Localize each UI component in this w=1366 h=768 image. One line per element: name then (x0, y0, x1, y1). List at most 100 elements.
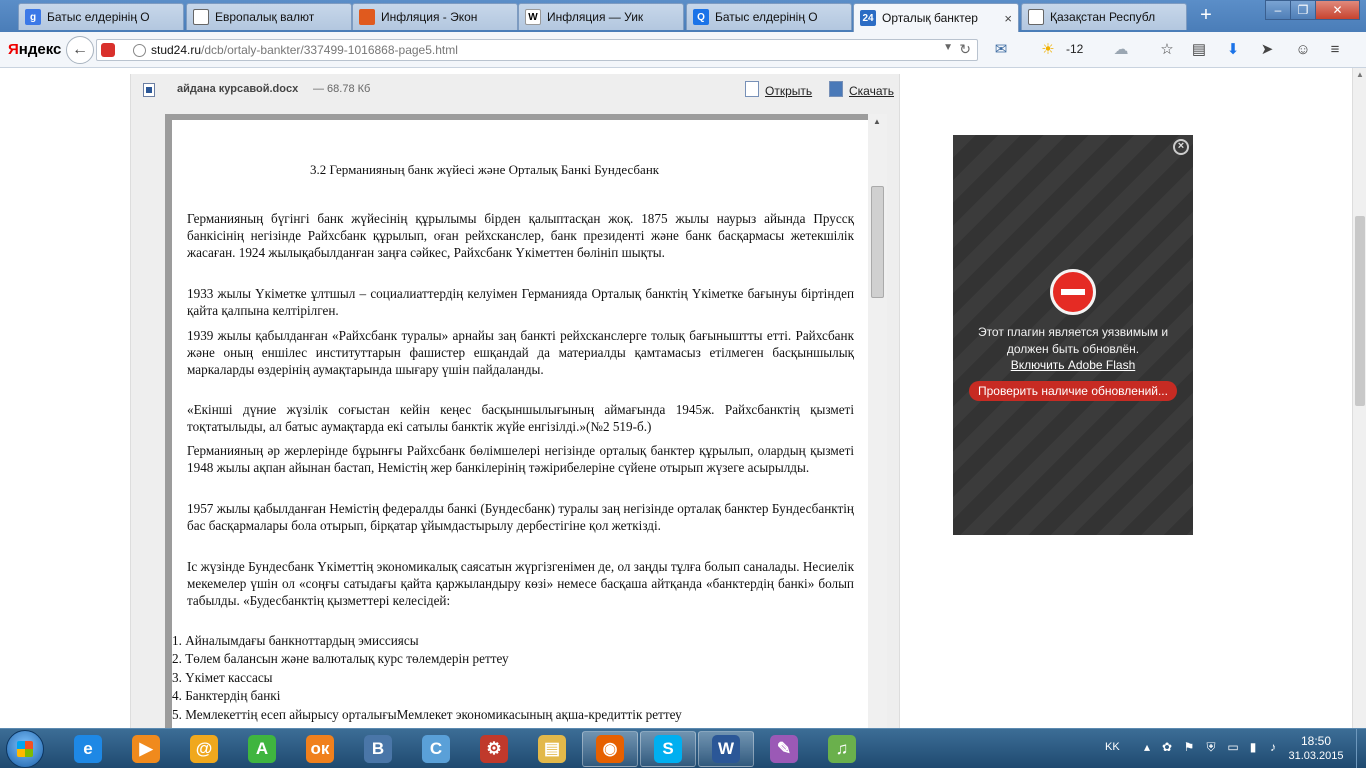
page-scroll-thumb[interactable] (1355, 216, 1365, 406)
skype-icon: S (654, 735, 682, 763)
search-icon: Q (693, 9, 709, 25)
tab-title: Батыс елдерінің О (47, 10, 150, 24)
list-item: 1. Айналымдағы банкноттардың эмиссиясы (172, 633, 419, 648)
reload-icon[interactable]: ↻ (959, 41, 971, 58)
flash-plugin-block: × Этот плагин является уязвимым и должен… (953, 135, 1193, 535)
bookmarks-icon[interactable]: ▤ (1190, 40, 1208, 60)
taskbar-icq[interactable]: C (408, 731, 464, 767)
viewer-scroll-thumb[interactable] (871, 186, 884, 298)
wikipedia-icon: W (525, 9, 541, 25)
viewer-scrollbar[interactable]: ▲ (868, 114, 887, 728)
chevron-up-icon[interactable]: ▴ (1140, 740, 1154, 754)
taskbar-vkontakte[interactable]: B (350, 731, 406, 767)
mail-agent-icon: @ (190, 735, 218, 763)
mail-icon[interactable]: ✉ (992, 40, 1010, 60)
close-icon[interactable]: × (1173, 139, 1189, 155)
star-icon[interactable]: ☆ (1158, 40, 1176, 60)
paragraph-2: 1933 жылы Үкіметке ұлтшыл – социалиаттер… (187, 286, 854, 318)
smiley-icon[interactable]: ☺ (1294, 40, 1312, 60)
taskbar-music-app[interactable]: ♫ (814, 731, 870, 767)
taskbar-gear-app[interactable]: ⚙ (466, 731, 522, 767)
scroll-up-icon[interactable]: ▲ (1356, 70, 1364, 79)
maximize-button[interactable]: ❐ (1290, 0, 1316, 20)
enable-flash-link[interactable]: Включить Adobe Flash (953, 358, 1193, 372)
paragraph-1: Германияның бүгінгі банк жүйесінің құрыл… (187, 211, 854, 260)
list-item: 2. Төлем балансын және валюталық курс тө… (172, 651, 509, 667)
close-window-button[interactable]: ✕ (1315, 0, 1360, 20)
tab-title: Батыс елдерінің О (715, 10, 818, 24)
back-button[interactable]: ← (66, 36, 94, 64)
navigation-bar: Яндекс ← stud24.ru/dcb/ortaly-bankter/33… (0, 32, 1366, 68)
cloud-icon: ☁ (1113, 41, 1129, 58)
taskbar-mail-agent[interactable]: @ (176, 731, 232, 767)
scroll-up-icon[interactable]: ▲ (873, 117, 881, 126)
monitor-icon[interactable]: ▭ (1226, 740, 1240, 754)
browser-tab[interactable]: Q Батыс елдерінің О (686, 3, 852, 30)
volume-icon[interactable]: ♪ (1266, 740, 1280, 754)
download-icon[interactable]: ⬇ (1224, 40, 1242, 60)
site-icon (101, 43, 115, 57)
weather-icon[interactable]: ☀ (1036, 40, 1060, 60)
clock-time[interactable]: 18:50 (1286, 734, 1346, 748)
taskbar-firefox[interactable]: ◉ (582, 731, 638, 767)
list-item: 3. Үкімет кассасы (172, 669, 273, 685)
taskbar-media-player[interactable]: ▶ (118, 731, 174, 767)
gear-app-icon: ⚙ (480, 735, 508, 763)
tab-title: Инфляция - Экон (381, 10, 478, 24)
taskbar: e ▶ @ Aок B C ⚙ ▤ ◉ S W ✎ ♫ KK ▴ ✿ ⚑ ⛨ ▭ ▮ ♪ 18:50 3… (0, 728, 1366, 768)
file-explorer-icon: ▤ (538, 735, 566, 763)
minimize-button[interactable]: – (1265, 0, 1291, 20)
menu-icon[interactable]: ≡ (1326, 40, 1344, 60)
paragraph-4: «Екінші дүние жүзілік соғыстан кейін кең… (187, 402, 854, 434)
save-icon[interactable] (829, 81, 843, 97)
clock-date[interactable]: 31.03.2015 (1280, 750, 1352, 762)
taskbar-file-explorer[interactable]: ▤ (524, 731, 580, 767)
open-file-icon[interactable] (745, 81, 759, 97)
download-link[interactable]: Скачать (849, 84, 894, 98)
browser-tab[interactable]: 24 Орталық банктер × (853, 3, 1019, 32)
document-icon (193, 9, 209, 25)
taskbar-paint[interactable]: ✎ (756, 731, 812, 767)
taskbar-word[interactable]: W (698, 731, 754, 767)
browser-tab[interactable]: Европалық валют (186, 3, 352, 30)
browser-tab[interactable]: Инфляция - Экон (352, 3, 518, 30)
flag-icon[interactable]: ⚑ (1182, 740, 1196, 754)
music-app-icon: ♫ (828, 735, 856, 763)
browser-tab[interactable]: W Инфляция — Уик (518, 3, 684, 30)
functions-list: 1. Айналымдағы банкноттардың эмиссиясы 2… (172, 632, 854, 724)
taskbar-odnoklassniki[interactable]: ок (292, 731, 348, 767)
list-item: 5. Мемлекеттің есеп айырысу орталығыМемл… (172, 706, 682, 722)
address-bar[interactable]: stud24.ru/dcb/ortaly-bankter/337499-1016… (96, 39, 978, 61)
show-desktop-button[interactable] (1356, 729, 1366, 768)
internet-explorer-icon: e (74, 735, 102, 763)
google-icon: g (25, 9, 41, 25)
taskbar-skype[interactable]: S (640, 731, 696, 767)
check-updates-button[interactable]: Проверить наличие обновлений... (969, 381, 1177, 401)
signal-icon[interactable]: ▮ (1246, 740, 1260, 754)
share-icon[interactable]: ➤ (1258, 40, 1276, 60)
paint-icon: ✎ (770, 735, 798, 763)
address-url[interactable]: stud24.ru/dcb/ortaly-bankter/337499-1016… (151, 43, 458, 57)
network-app-icon[interactable]: ✿ (1160, 740, 1174, 754)
document-panel: айдана курсавой.docx — 68.78 Кб Открыть … (130, 74, 900, 728)
browser-tab[interactable]: Қазақстан Республ (1021, 3, 1187, 30)
tab-title: Орталық банктер (882, 11, 978, 25)
browser-tab[interactable]: g Батыс елдерінің О (18, 3, 184, 30)
chevron-down-icon[interactable]: ▼ (943, 42, 953, 53)
document-sheet: 3.2 Германияның банк жүйесі және Орталық… (172, 120, 868, 728)
new-tab-button[interactable]: + (1196, 4, 1216, 26)
temperature: -12 (1066, 42, 1084, 56)
open-link[interactable]: Открыть (765, 84, 812, 98)
taskbar-internet-explorer[interactable]: e (60, 731, 116, 767)
plugin-warning: Этот плагин является уязвимым и должен б… (953, 324, 1193, 358)
close-tab-icon[interactable]: × (1004, 11, 1012, 26)
plugin-warning-line: должен быть обновлён. (1006, 342, 1140, 356)
paragraph-3: 1939 жылы қабылданған «Райхсбанк туралы»… (187, 328, 854, 377)
language-indicator[interactable]: KK (1105, 741, 1120, 753)
page-scrollbar[interactable]: ▲ (1352, 68, 1366, 728)
start-button[interactable] (6, 730, 44, 768)
taskbar-a-app[interactable]: A (234, 731, 290, 767)
security-icon[interactable]: ⛨ (1204, 740, 1218, 754)
yandex-logo[interactable]: Яндекс (8, 41, 61, 58)
document-viewer[interactable]: 3.2 Германияның банк жүйесі және Орталық… (165, 114, 887, 728)
